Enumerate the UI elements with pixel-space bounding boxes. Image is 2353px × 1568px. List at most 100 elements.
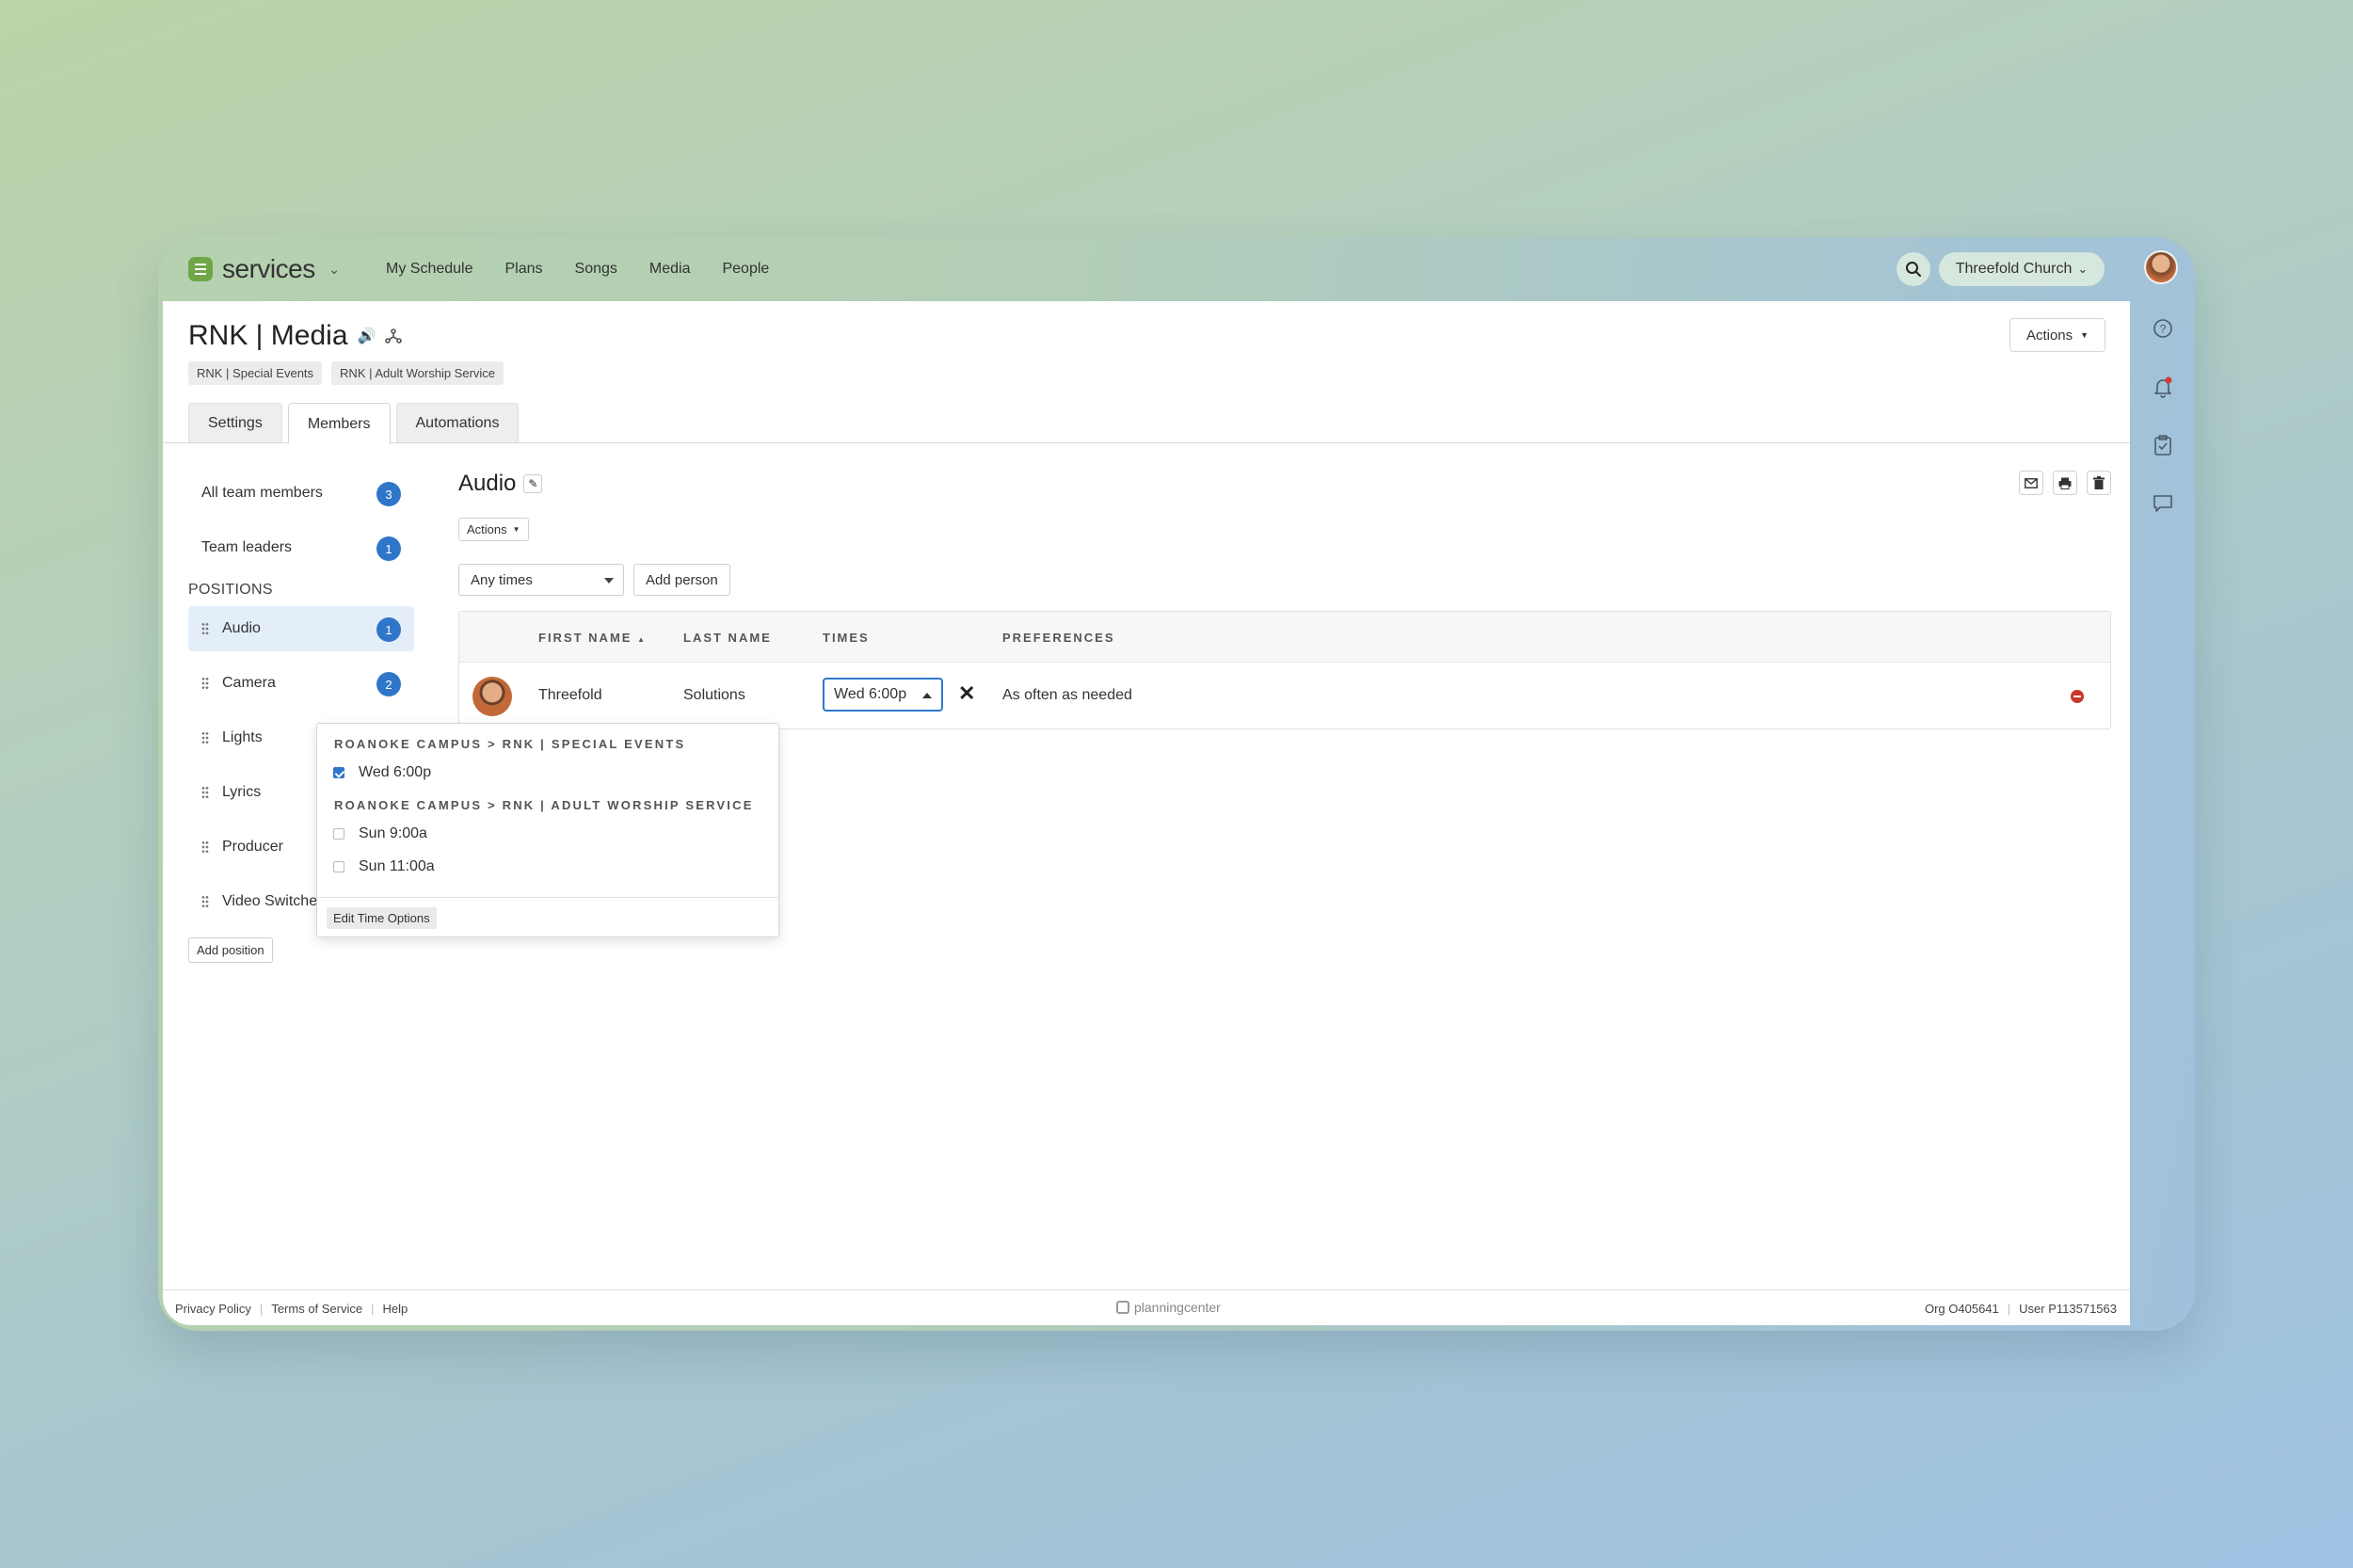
position-actions-button[interactable]: Actions ▼ xyxy=(458,518,529,541)
tag-special-events[interactable]: RNK | Special Events xyxy=(188,361,323,385)
org-id: Org O405641 xyxy=(1924,1302,1999,1316)
tab-divider xyxy=(163,442,2130,443)
position-title-row: Audio ✎ xyxy=(458,471,2111,497)
printer-icon xyxy=(2058,477,2072,489)
sidebar-item-label: Team leaders xyxy=(201,539,293,555)
page-tabs: Settings Members Automations xyxy=(188,403,520,444)
privacy-policy-link[interactable]: Privacy Policy xyxy=(175,1302,251,1316)
search-icon xyxy=(1906,262,1921,277)
planning-center-brand: planningcenter xyxy=(1116,1300,1221,1315)
help-icon[interactable]: ? xyxy=(2151,316,2175,341)
org-name: Threefold Church xyxy=(1955,261,2073,277)
page-actions-label: Actions xyxy=(2025,327,2073,344)
checkbox[interactable] xyxy=(333,828,344,840)
divider: | xyxy=(371,1302,375,1316)
add-position-button[interactable]: Add position xyxy=(188,937,273,963)
chat-icon[interactable] xyxy=(2151,491,2175,516)
sidebar-item-label: Video Switcher xyxy=(222,893,323,909)
delete-button[interactable] xyxy=(2087,471,2111,495)
user-id: User P113571563 xyxy=(2019,1302,2117,1316)
clipboard-check-icon[interactable] xyxy=(2151,433,2175,457)
dropdown-footer: Edit Time Options xyxy=(317,897,778,936)
page-title-row: RNK | Media 🔊 xyxy=(188,320,403,352)
cell-preferences: As often as needed xyxy=(1002,687,1132,703)
services-logo-icon xyxy=(188,257,213,281)
sidebar-item-team-leaders[interactable]: Team leaders 1 xyxy=(188,525,414,570)
sidebar-item-label: Audio xyxy=(222,620,261,636)
checkbox-checked[interactable] xyxy=(333,767,344,778)
nav-my-schedule[interactable]: My Schedule xyxy=(386,258,473,280)
org-switcher-button[interactable]: Threefold Church ⌄ xyxy=(1939,252,2105,286)
time-option-label: Sun 9:00a xyxy=(359,825,427,841)
top-nav-bar: services ⌄ My Schedule Plans Songs Media… xyxy=(158,237,2195,301)
position-tools xyxy=(2019,471,2111,495)
sort-asc-icon: ▲ xyxy=(637,635,647,644)
user-avatar[interactable] xyxy=(2144,250,2178,284)
tab-settings[interactable]: Settings xyxy=(188,403,282,443)
checkbox[interactable] xyxy=(333,861,344,872)
app-name: services xyxy=(222,254,315,283)
count-badge: 1 xyxy=(376,536,401,561)
time-option-wed-6pm[interactable]: Wed 6:00p xyxy=(317,764,778,781)
page-title: RNK | Media xyxy=(188,320,348,351)
brand-name: planningcenter xyxy=(1134,1300,1221,1315)
sidebar-item-audio[interactable]: Audio 1 xyxy=(188,606,414,651)
times-filter-value: Any times xyxy=(471,571,533,588)
tag-adult-worship[interactable]: RNK | Adult Worship Service xyxy=(331,361,504,385)
network-icon xyxy=(385,328,403,344)
edit-pencil-icon[interactable]: ✎ xyxy=(523,474,543,493)
email-button[interactable] xyxy=(2019,471,2043,495)
drag-handle-icon[interactable] xyxy=(201,786,209,799)
drag-handle-icon[interactable] xyxy=(201,677,209,690)
time-option-sun-9am[interactable]: Sun 9:00a xyxy=(317,825,778,842)
column-last-name[interactable]: LAST NAME xyxy=(683,631,772,645)
right-utility-bar: ? xyxy=(2130,301,2195,1331)
drag-handle-icon[interactable] xyxy=(201,895,209,908)
page-footer: Privacy Policy | Terms of Service | Help… xyxy=(163,1289,2130,1325)
divider: | xyxy=(2007,1302,2011,1316)
sidebar-item-camera[interactable]: Camera 2 xyxy=(188,661,414,706)
trash-icon xyxy=(2093,476,2105,489)
clear-times-icon[interactable]: ✕ xyxy=(958,681,975,706)
drag-handle-icon[interactable] xyxy=(201,622,209,635)
positions-heading: POSITIONS xyxy=(188,582,273,598)
time-option-sun-11am[interactable]: Sun 11:00a xyxy=(317,858,778,875)
column-times: TIMES xyxy=(823,631,870,645)
nav-plans[interactable]: Plans xyxy=(505,258,543,280)
times-filter-select[interactable]: Any times xyxy=(458,564,624,596)
member-times-select[interactable]: Wed 6:00p xyxy=(823,678,943,712)
svg-text:?: ? xyxy=(2160,323,2167,336)
terms-link[interactable]: Terms of Service xyxy=(271,1302,362,1316)
caret-down-icon xyxy=(604,578,614,584)
drag-handle-icon[interactable] xyxy=(201,840,209,854)
caret-down-icon: ▼ xyxy=(512,525,520,534)
nav-media[interactable]: Media xyxy=(649,258,691,280)
tab-members[interactable]: Members xyxy=(287,403,391,444)
nav-people[interactable]: People xyxy=(722,258,769,280)
times-dropdown-menu: ROANOKE CAMPUS > RNK | SPECIAL EVENTS We… xyxy=(316,723,779,937)
cell-first-name[interactable]: Threefold xyxy=(538,687,602,704)
cell-last-name[interactable]: Solutions xyxy=(683,687,745,704)
remove-member-icon[interactable] xyxy=(2071,690,2084,703)
position-detail: Audio ✎ Actions ▼ Any times Add person F… xyxy=(458,471,2111,729)
help-link[interactable]: Help xyxy=(383,1302,408,1316)
print-button[interactable] xyxy=(2053,471,2077,495)
page-actions-button[interactable]: Actions ▼ xyxy=(2009,318,2105,352)
planning-center-logo-icon xyxy=(1116,1301,1129,1314)
position-actions-label: Actions xyxy=(467,522,507,536)
table-row: Threefold Solutions Wed 6:00p ✕ As often… xyxy=(459,663,2110,728)
notifications-bell-icon[interactable] xyxy=(2151,375,2175,399)
drag-handle-icon[interactable] xyxy=(201,731,209,744)
add-person-button[interactable]: Add person xyxy=(633,564,730,596)
column-first-name[interactable]: FIRST NAME ▲ xyxy=(538,631,647,645)
member-avatar[interactable] xyxy=(472,677,512,716)
tab-automations[interactable]: Automations xyxy=(395,403,520,443)
app-switcher[interactable]: services ⌄ xyxy=(188,254,340,284)
edit-time-options-button[interactable]: Edit Time Options xyxy=(327,907,437,929)
nav-songs[interactable]: Songs xyxy=(575,258,617,280)
search-button[interactable] xyxy=(1897,252,1930,286)
divider: | xyxy=(259,1302,264,1316)
count-badge: 2 xyxy=(376,672,401,696)
sidebar-item-all-members[interactable]: All team members 3 xyxy=(188,471,414,516)
envelope-icon xyxy=(2025,477,2038,488)
